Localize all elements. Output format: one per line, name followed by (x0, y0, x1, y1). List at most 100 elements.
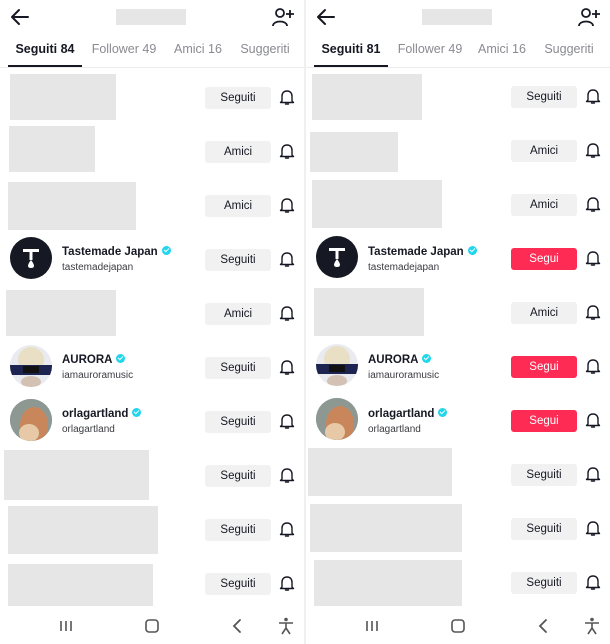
bell-icon[interactable] (585, 249, 601, 267)
blurred-profile (312, 180, 442, 228)
profile-name[interactable]: AURORA (62, 354, 126, 366)
list-item: Seguiti (306, 502, 610, 556)
bell-icon[interactable] (279, 412, 295, 430)
bell-icon[interactable] (279, 142, 295, 160)
profile-name[interactable]: Tastemade Japan (62, 246, 171, 258)
list-item[interactable]: AURORA iamauroramusic Segui (306, 340, 610, 394)
bell-icon[interactable] (585, 141, 601, 159)
profile-name[interactable]: Tastemade Japan (368, 246, 477, 258)
list-item[interactable]: AURORA iamauroramusic Seguiti (0, 340, 304, 394)
blurred-profile (310, 132, 398, 172)
tab-amici[interactable]: Amici 16 (474, 36, 530, 67)
blurred-profile (8, 564, 153, 606)
profile-name[interactable]: orlagartland (62, 408, 142, 420)
list-item: Seguiti (0, 556, 304, 610)
back-arrow-icon[interactable] (10, 8, 30, 26)
avatar-orlagartland[interactable] (316, 398, 358, 440)
home-icon[interactable] (448, 616, 468, 636)
recent-apps-icon[interactable] (362, 616, 382, 636)
add-user-icon[interactable] (578, 6, 600, 28)
follow-button[interactable]: Segui (511, 356, 577, 378)
bell-icon[interactable] (585, 303, 601, 321)
following-button[interactable]: Seguiti (205, 411, 271, 433)
bell-icon[interactable] (585, 195, 601, 213)
following-button[interactable]: Seguiti (511, 572, 577, 594)
avatar-aurora[interactable] (316, 344, 358, 386)
accessibility-icon[interactable] (582, 616, 602, 636)
friends-button[interactable]: Amici (205, 141, 271, 163)
add-user-icon[interactable] (272, 6, 294, 28)
bell-icon[interactable] (279, 574, 295, 592)
following-button[interactable]: Seguiti (511, 518, 577, 540)
tab-seguiti[interactable]: Seguiti 84 (8, 36, 82, 67)
blurred-profile (314, 560, 462, 606)
friends-button[interactable]: Amici (511, 194, 577, 216)
friends-button[interactable]: Amici (511, 302, 577, 324)
bell-icon[interactable] (279, 466, 295, 484)
following-button[interactable]: Seguiti (511, 464, 577, 486)
tab-follower[interactable]: Follower 49 (394, 36, 466, 67)
home-icon[interactable] (142, 616, 162, 636)
friends-button[interactable]: Amici (511, 140, 577, 162)
avatar-orlagartland[interactable] (10, 399, 52, 441)
bell-icon[interactable] (279, 250, 295, 268)
profile-name[interactable]: orlagartland (368, 408, 448, 420)
recent-apps-icon[interactable] (56, 616, 76, 636)
following-button[interactable]: Seguiti (205, 249, 271, 271)
verified-badge-icon (422, 354, 432, 363)
list-item[interactable]: orlagartland orlagartland Segui (306, 394, 610, 448)
bell-icon[interactable] (585, 465, 601, 483)
follow-button[interactable]: Segui (511, 248, 577, 270)
back-nav-icon[interactable] (228, 616, 248, 636)
bell-icon[interactable] (585, 357, 601, 375)
list-item: Amici (0, 124, 304, 178)
verified-badge-icon (467, 246, 477, 255)
bell-icon[interactable] (279, 88, 295, 106)
avatar-tastemade[interactable] (10, 237, 52, 279)
following-button[interactable]: Seguiti (205, 519, 271, 541)
verified-badge-icon (132, 408, 142, 417)
tab-amici[interactable]: Amici 16 (170, 36, 226, 67)
blurred-profile (308, 448, 452, 496)
following-screen-before: Seguiti 84 Follower 49 Amici 16 Suggerit… (0, 0, 304, 644)
bell-icon[interactable] (585, 573, 601, 591)
bell-icon[interactable] (279, 304, 295, 322)
bell-icon[interactable] (585, 519, 601, 537)
profile-name-text: Tastemade Japan (368, 246, 464, 258)
follow-button[interactable]: Segui (511, 410, 577, 432)
bell-icon[interactable] (279, 520, 295, 538)
profile-handle: iamauroramusic (368, 370, 440, 381)
tab-seguiti[interactable]: Seguiti 81 (314, 36, 388, 67)
following-button[interactable]: Seguiti (205, 87, 271, 109)
back-nav-icon[interactable] (534, 616, 554, 636)
friends-button[interactable]: Amici (205, 303, 271, 325)
list-item[interactable]: Tastemade Japan tastemadejapan Seguiti (0, 232, 304, 286)
tab-follower[interactable]: Follower 49 (88, 36, 160, 67)
bell-icon[interactable] (279, 196, 295, 214)
list-item[interactable]: orlagartland orlagartland Seguiti (0, 394, 304, 448)
blurred-profile (6, 290, 116, 336)
following-button[interactable]: Seguiti (511, 86, 577, 108)
profile-name-text: Tastemade Japan (62, 246, 158, 258)
list-item[interactable]: Tastemade Japan tastemadejapan Segui (306, 232, 610, 286)
friends-button[interactable]: Amici (205, 195, 271, 217)
profile-handle: orlagartland (368, 424, 421, 435)
avatar-tastemade[interactable] (316, 236, 358, 278)
tab-bar: Seguiti 81 Follower 49 Amici 16 Suggerit… (306, 36, 610, 68)
top-bar (0, 0, 304, 34)
following-button[interactable]: Seguiti (205, 465, 271, 487)
avatar-aurora[interactable] (10, 345, 52, 387)
bell-icon[interactable] (585, 411, 601, 429)
tab-bar: Seguiti 84 Follower 49 Amici 16 Suggerit… (0, 36, 304, 68)
tab-suggeriti[interactable]: Suggeriti (234, 36, 296, 67)
tab-suggeriti[interactable]: Suggeriti (538, 36, 600, 67)
bell-icon[interactable] (279, 358, 295, 376)
following-button[interactable]: Seguiti (205, 357, 271, 379)
following-button[interactable]: Seguiti (205, 573, 271, 595)
blurred-profile (4, 450, 149, 500)
bell-icon[interactable] (585, 87, 601, 105)
list-item: Seguiti (0, 502, 304, 556)
back-arrow-icon[interactable] (316, 8, 336, 26)
accessibility-icon[interactable] (276, 616, 296, 636)
profile-name[interactable]: AURORA (368, 354, 432, 366)
